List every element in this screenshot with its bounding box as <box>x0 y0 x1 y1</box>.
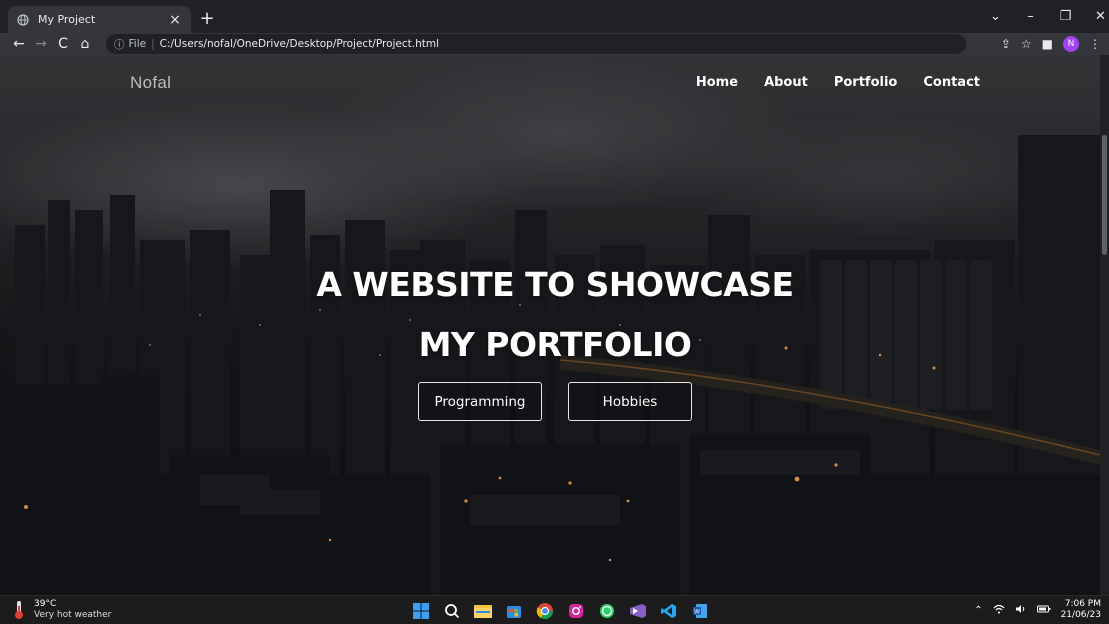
toolbar-actions: ⇪ ☆ ■ N ⋮ <box>1001 33 1101 55</box>
url-text: C:/Users/nofal/OneDrive/Desktop/Project/… <box>159 38 440 50</box>
nav-link-portfolio[interactable]: Portfolio <box>834 75 898 90</box>
bookmark-star-icon[interactable]: ☆ <box>1021 37 1032 51</box>
nav-link-home[interactable]: Home <box>696 75 738 90</box>
volume-icon[interactable] <box>1015 604 1027 617</box>
chrome-icon[interactable] <box>534 600 555 621</box>
url-prefix: File <box>128 38 147 50</box>
close-window-button[interactable]: ✕ <box>1083 9 1109 24</box>
scrollbar-thumb[interactable] <box>1102 135 1107 255</box>
thermometer-icon <box>12 600 26 620</box>
hobbies-button[interactable]: Hobbies <box>568 382 692 421</box>
programming-button[interactable]: Programming <box>418 382 542 421</box>
vscode-icon[interactable] <box>658 600 679 621</box>
nav-link-about[interactable]: About <box>764 75 808 90</box>
site-navbar: Nofal Home About Portfolio Contact <box>0 55 1100 115</box>
clock[interactable]: 7:06 PM 21/06/23 <box>1061 599 1101 621</box>
page-viewport: Nofal Home About Portfolio Contact A WEB… <box>0 55 1100 595</box>
site-menu: Home About Portfolio Contact <box>696 75 980 90</box>
site-logo[interactable]: Nofal <box>130 73 171 93</box>
globe-icon <box>16 13 30 27</box>
window-controls: ⌄ – ❐ ✕ <box>978 0 1109 33</box>
battery-icon[interactable] <box>1036 604 1051 617</box>
tab-title: My Project <box>38 13 96 26</box>
back-button[interactable]: ← <box>8 36 30 52</box>
word-icon[interactable]: W <box>689 600 710 621</box>
new-tab-button[interactable]: + <box>196 8 218 30</box>
whatsapp-icon[interactable] <box>596 600 617 621</box>
wifi-icon[interactable] <box>993 604 1005 617</box>
url-separator: | <box>151 38 155 50</box>
share-icon[interactable]: ⇪ <box>1001 37 1011 51</box>
windows-taskbar: 39°C Very hot weather W ⌃ 7:06 PM 21/06/… <box>0 595 1109 624</box>
svg-text:W: W <box>694 609 700 615</box>
visual-studio-icon[interactable] <box>627 600 648 621</box>
home-button[interactable]: ⌂ <box>74 36 96 52</box>
temperature-text: 39°C <box>34 599 57 609</box>
browser-tab-bar: My Project × + ⌄ – ❐ ✕ <box>0 0 1109 33</box>
instagram-icon[interactable] <box>565 600 586 621</box>
page-scrollbar[interactable] <box>1100 55 1109 595</box>
restore-button[interactable]: ❐ <box>1048 9 1083 24</box>
profile-avatar[interactable]: N <box>1063 36 1079 52</box>
system-tray: ⌃ 7:06 PM 21/06/23 <box>974 599 1101 621</box>
close-tab-icon[interactable]: × <box>167 12 183 28</box>
microsoft-store-icon[interactable] <box>503 600 524 621</box>
nav-link-contact[interactable]: Contact <box>923 75 980 90</box>
weather-widget[interactable]: 39°C Very hot weather <box>12 599 111 621</box>
hero-heading-line1: A WEBSITE TO SHOWCASE <box>316 265 794 304</box>
forward-button[interactable]: → <box>30 36 52 52</box>
search-icon[interactable] <box>441 600 462 621</box>
hero-section: A WEBSITE TO SHOWCASE MY PORTFOLIO <box>0 255 1100 375</box>
hero-buttons: Programming Hobbies <box>0 382 1100 421</box>
file-explorer-icon[interactable] <box>472 600 493 621</box>
taskbar-apps: W <box>410 600 710 621</box>
tab-search-icon[interactable]: ⌄ <box>978 9 1013 24</box>
browser-tab[interactable]: My Project × <box>8 6 191 33</box>
time-text: 7:06 PM <box>1064 599 1101 609</box>
browser-toolbar: ← → C ⌂ ⓘ File | C:/Users/nofal/OneDrive… <box>0 33 1109 55</box>
minimize-button[interactable]: – <box>1013 9 1048 24</box>
reload-button[interactable]: C <box>52 36 74 52</box>
windows-start-icon[interactable] <box>410 600 431 621</box>
side-panel-icon[interactable]: ■ <box>1042 37 1053 51</box>
hero-heading-line2: MY PORTFOLIO <box>418 325 692 364</box>
weather-text: Very hot weather <box>34 610 112 620</box>
address-bar[interactable]: ⓘ File | C:/Users/nofal/OneDrive/Desktop… <box>106 34 966 54</box>
info-icon[interactable]: ⓘ <box>114 37 125 52</box>
date-text: 21/06/23 <box>1060 610 1101 620</box>
chevron-up-icon[interactable]: ⌃ <box>974 605 982 616</box>
menu-kebab-icon[interactable]: ⋮ <box>1089 37 1101 51</box>
